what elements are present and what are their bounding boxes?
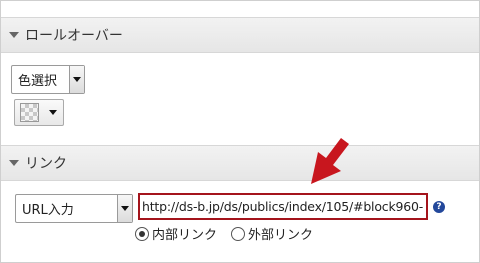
chevron-down-icon [49, 110, 57, 115]
link-type-radio-group: 内部リンク 外部リンク [135, 224, 327, 243]
dropdown-button[interactable] [69, 66, 84, 93]
radio-circle[interactable] [231, 226, 246, 241]
rollover-mode-value: 色選択 [18, 74, 58, 89]
radio-external-link[interactable]: 外部リンク [231, 224, 313, 243]
radio-label: 内部リンク [152, 228, 218, 243]
link-section-title: リンク [25, 156, 67, 172]
rollover-section-header[interactable]: ロールオーバー [1, 17, 479, 53]
url-input-value: http://ds-b.jp/ds/publics/index/105/#blo… [142, 199, 424, 214]
red-arrow-icon [301, 138, 357, 192]
chevron-down-icon [73, 77, 81, 82]
dropdown-button[interactable] [117, 195, 132, 222]
link-mode-value: URL入力 [22, 203, 74, 218]
rollover-mode-select[interactable]: 色選択 [11, 65, 85, 94]
settings-panel: ロールオーバー 色選択 リンク URL入力 http://ds-b.jp/ds/… [0, 0, 480, 263]
collapse-triangle-icon [9, 32, 19, 38]
checkerboard-swatch-icon [20, 103, 39, 122]
collapse-triangle-icon [9, 160, 19, 166]
help-icon[interactable]: ? [433, 201, 445, 213]
rollover-section-title: ロールオーバー [25, 28, 123, 44]
radio-selected-dot [139, 230, 145, 237]
url-input[interactable]: http://ds-b.jp/ds/publics/index/105/#blo… [138, 193, 428, 220]
color-picker-button[interactable] [14, 99, 64, 126]
chevron-down-icon [121, 206, 129, 211]
radio-internal-link[interactable]: 内部リンク [135, 224, 217, 243]
link-mode-select[interactable]: URL入力 [15, 194, 133, 223]
link-section-header[interactable]: リンク [1, 145, 479, 181]
radio-circle[interactable] [135, 226, 149, 241]
radio-label: 外部リンク [248, 228, 314, 243]
